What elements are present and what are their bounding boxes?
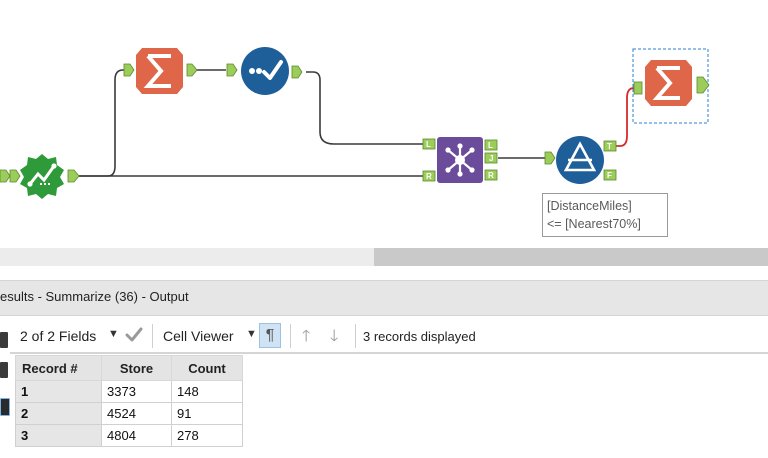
table-row[interactable]: 1 3373 148 [15,380,243,403]
input-anchor-partial [0,169,11,183]
column-header-count[interactable]: Count [171,355,243,381]
count-cell[interactable]: 148 [171,380,243,403]
join-anchor-left-label: L [426,140,431,149]
toolbar-separator [290,324,291,348]
filter-true-label: T [607,142,612,151]
connection-select-to-join-left [306,71,423,145]
select-records-tool[interactable] [226,47,303,95]
results-title: esults - Summarize (36) - Output [0,289,189,304]
table-row[interactable]: 3 4804 278 [15,424,243,447]
annotation-line-1: [DistanceMiles] [547,199,632,213]
records-status: 3 records displayed [363,329,476,344]
arrow-down-icon[interactable]: 🡓 [330,325,338,352]
column-header-store[interactable]: Store [101,355,172,381]
join-out-left-label: L [488,141,493,150]
menu-icon[interactable] [0,332,8,348]
filter-tool[interactable]: T F [544,136,617,184]
pilcrow-icon[interactable]: ¶ [259,323,281,348]
panel-gap [0,266,768,280]
summarize-tool-top[interactable] [123,48,198,94]
connection-spatial-to-summarize [79,69,124,177]
workflow-canvas[interactable]: L R L J R T F [DistanceMiles] <= [Neares… [0,0,768,248]
results-side-toolbar [0,320,10,458]
join-tool[interactable]: L R L J R [422,137,498,183]
filter-false-label: F [607,171,612,180]
toolbar-separator [355,324,356,348]
play-icon[interactable] [0,398,10,416]
summarize-tool-selected[interactable] [632,48,710,124]
grid-separator [10,352,768,354]
cell-viewer-caret-icon[interactable]: ▼ [246,328,257,340]
record-number-cell[interactable]: 2 [15,402,102,425]
cell-viewer-dropdown[interactable]: Cell Viewer [163,328,234,344]
count-cell[interactable]: 91 [171,402,243,425]
checkmark-icon[interactable] [124,325,144,348]
column-header-record[interactable]: Record # [15,355,102,381]
join-out-join-label: J [489,154,493,163]
fields-dropdown-caret-icon[interactable]: ▼ [108,328,119,340]
arrow-up-icon[interactable]: 🡑 [302,325,310,352]
spatial-match-tool[interactable] [9,154,80,199]
annotation-line-2: <= [Nearest70%] [547,217,641,231]
table-row[interactable]: 2 4524 91 [15,402,243,425]
join-anchor-right-label: R [426,172,432,181]
join-out-right-label: R [488,171,494,180]
table-header-row: Record # Store Count [15,355,243,381]
store-cell[interactable]: 4524 [101,402,172,425]
toolbar-separator [152,324,153,348]
count-cell[interactable]: 278 [171,424,243,447]
store-cell[interactable]: 3373 [101,380,172,403]
table-icon[interactable] [0,362,8,378]
canvas-scrollbar-thumb[interactable] [374,248,768,266]
store-cell[interactable]: 4804 [101,424,172,447]
fields-dropdown[interactable]: 2 of 2 Fields [20,328,96,344]
record-number-cell[interactable]: 3 [15,424,102,447]
results-table: Record # Store Count 1 3373 148 2 4524 9… [15,355,243,447]
filter-annotation: [DistanceMiles] <= [Nearest70%] [542,193,668,237]
record-number-cell[interactable]: 1 [15,380,102,403]
